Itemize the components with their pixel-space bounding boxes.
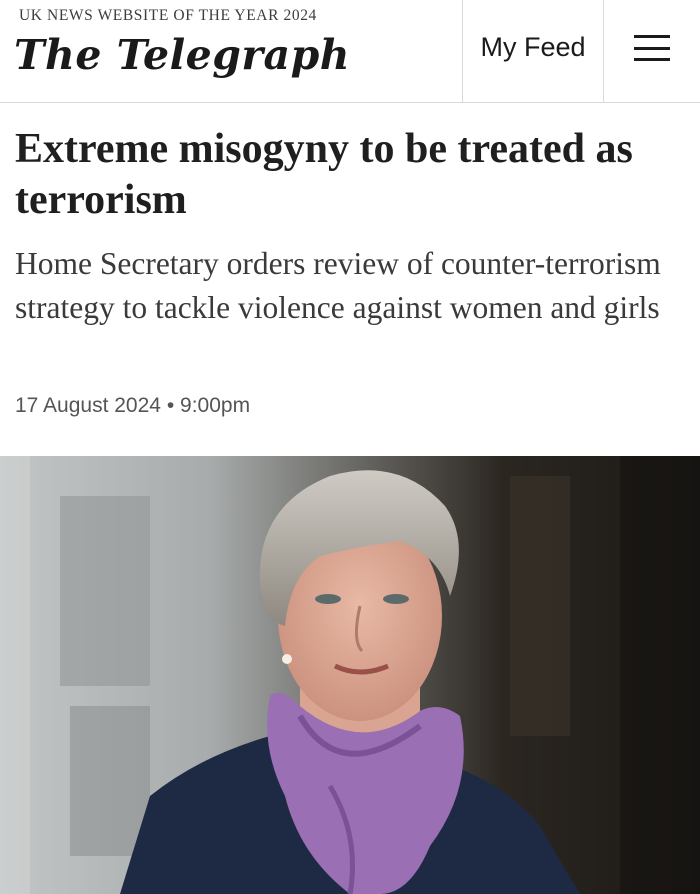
photo-illustration [0, 456, 700, 894]
site-tagline: UK NEWS WEBSITE OF THE YEAR 2024 [19, 7, 317, 24]
telegraph-logo[interactable]: The Telegraph [14, 31, 350, 79]
article-dateline: 17 August 2024 • 9:00pm [15, 394, 250, 418]
article-standfirst: Home Secretary orders review of counter-… [15, 246, 661, 325]
hamburger-menu-icon [634, 35, 670, 61]
menu-button[interactable] [604, 0, 700, 102]
publish-date: 17 August 2024 [15, 394, 161, 417]
article-headline: Extreme misogyny to be treated as terror… [15, 126, 633, 223]
site-header: UK NEWS WEBSITE OF THE YEAR 2024 The Tel… [0, 0, 700, 103]
my-feed-button[interactable]: My Feed [463, 0, 603, 102]
publish-time: 9:00pm [180, 394, 251, 417]
date-separator: • [166, 394, 175, 417]
article-photo[interactable] [0, 456, 700, 894]
